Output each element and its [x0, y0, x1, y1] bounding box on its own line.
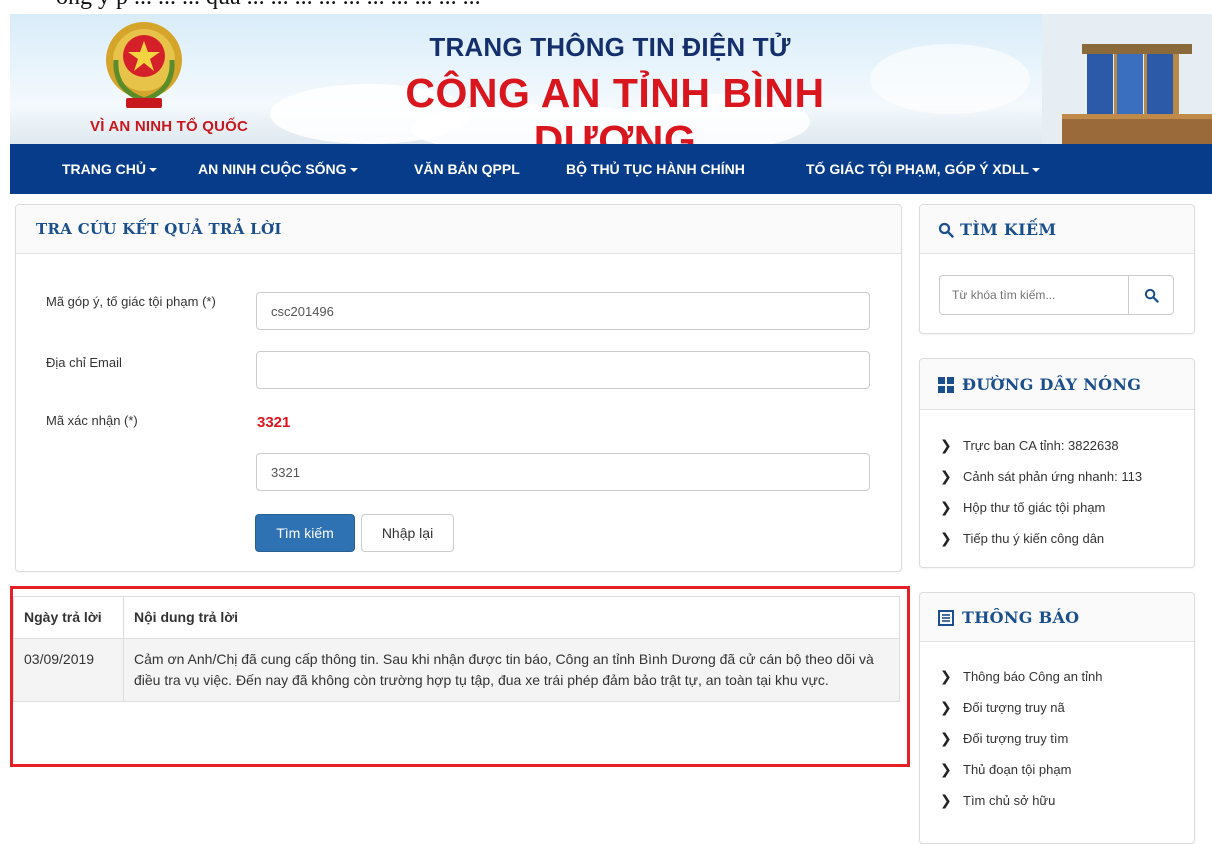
email-input[interactable] — [256, 351, 870, 389]
headquarters-building-image — [1042, 14, 1212, 144]
lookup-panel-title: TRA CỨU KẾT QUẢ TRẢ LỜI — [36, 220, 282, 238]
search-icon — [938, 222, 954, 238]
chevron-right-icon: ❯ — [940, 699, 952, 715]
sidebar-notice-title: THÔNG BÁO — [962, 608, 1080, 627]
document-text-fragment: ong ý p ... ... ... quả ... ... ... ... … — [0, 0, 1212, 14]
list-item-label: Thông báo Công an tỉnh — [963, 669, 1103, 684]
chevron-down-icon — [349, 168, 358, 173]
chevron-down-icon — [149, 168, 157, 173]
sidebar-hotline-header: ĐƯỜNG DÂY NÓNG — [920, 359, 1194, 410]
list-item[interactable]: ❯ Hộp thư tố giác tội phạm — [940, 496, 1142, 527]
code-label: Mã góp ý, tố giác tội phạm (*) — [46, 294, 216, 309]
column-header-date: Ngày trả lời — [13, 596, 124, 639]
list-item[interactable]: ❯ Cảnh sát phản ứng nhanh: 113 — [940, 465, 1142, 496]
site-title-line1: TRANG THÔNG TIN ĐIỆN TỬ — [429, 32, 791, 62]
list-item-label: Tìm chủ sở hữu — [963, 793, 1056, 808]
list-item[interactable]: ❯ Thông báo Công an tỉnh — [940, 665, 1103, 696]
captcha-code: 3321 — [257, 414, 291, 431]
lookup-panel-header: TRA CỨU KẾT QUẢ TRẢ LỜI — [16, 205, 901, 254]
reply-content: Cảm ơn Anh/Chị đã cung cấp thông tin. Sa… — [123, 638, 900, 702]
nav-item-life-security[interactable]: AN NINH CUỘC SỐNG — [198, 144, 358, 194]
chevron-right-icon: ❯ — [940, 730, 952, 746]
sidebar-search-input[interactable] — [939, 275, 1129, 315]
chevron-right-icon: ❯ — [940, 530, 952, 546]
list-item[interactable]: ❯ Đối tượng truy nã — [940, 696, 1103, 727]
chevron-right-icon: ❯ — [940, 499, 952, 515]
list-item-label: Trực ban CA tỉnh: 3822638 — [963, 438, 1119, 453]
chevron-right-icon: ❯ — [940, 668, 952, 684]
sidebar-hotline-title: ĐƯỜNG DÂY NÓNG — [962, 375, 1142, 394]
nav-item-label: BỘ THỦ TỤC HÀNH CHÍNH — [566, 161, 745, 177]
sidebar-notice-panel: THÔNG BÁO ❯ Thông báo Công an tỉnh ❯ Đối t… — [919, 592, 1195, 844]
notice-list: ❯ Thông báo Công an tỉnh ❯ Đối tượng truy … — [940, 665, 1103, 820]
reset-button[interactable]: Nhập lại — [361, 514, 454, 552]
hotline-list: ❯ Trực ban CA tỉnh: 3822638 ❯ Cảnh sát phả… — [940, 434, 1142, 558]
sidebar-search-button[interactable] — [1128, 275, 1174, 315]
sidebar-search-panel: TÌM KIẾM — [919, 204, 1195, 334]
police-emblem-icon — [106, 22, 182, 108]
document-list-icon — [938, 610, 954, 626]
list-item-label: Cảnh sát phản ứng nhanh: 113 — [963, 469, 1143, 484]
nav-item-label: VĂN BẢN QPPL — [414, 161, 520, 177]
list-item-label: Đối tượng truy tìm — [963, 731, 1069, 746]
lookup-panel: TRA CỨU KẾT QUẢ TRẢ LỜI Mã góp ý, tố giá… — [15, 204, 902, 572]
list-item-label: Tiếp thu ý kiến công dân — [963, 531, 1105, 546]
list-item[interactable]: ❯ Trực ban CA tỉnh: 3822638 — [940, 434, 1142, 465]
nav-item-crime-report[interactable]: TỐ GIÁC TỘI PHẠM, GÓP Ý XDLL — [806, 144, 1040, 194]
list-item[interactable]: ❯ Tiếp thu ý kiến công dân — [940, 527, 1142, 558]
site-title-line2: CÔNG AN TỈNH BÌNH DƯƠNG — [405, 70, 825, 144]
sidebar-search-header: TÌM KIẾM — [920, 205, 1194, 254]
table-row: 03/09/2019 Cảm ơn Anh/Chị đã cung cấp th… — [13, 638, 900, 702]
chevron-down-icon — [1031, 168, 1040, 173]
list-item-label: Thủ đoạn tội phạm — [963, 762, 1072, 777]
chevron-right-icon: ❯ — [940, 437, 952, 453]
chevron-right-icon: ❯ — [940, 468, 952, 484]
list-item-label: Hộp thư tố giác tội phạm — [963, 500, 1106, 515]
search-button[interactable]: Tìm kiếm — [255, 514, 355, 552]
reply-date: 03/09/2019 — [13, 638, 124, 702]
list-item-label: Đối tượng truy nã — [963, 700, 1065, 715]
column-header-content: Nội dung trả lời — [123, 596, 900, 639]
nav-item-label: TỐ GIÁC TỘI PHẠM, GÓP Ý XDLL — [806, 161, 1029, 177]
sidebar-search-title: TÌM KIẾM — [960, 220, 1057, 239]
chevron-right-icon: ❯ — [940, 792, 952, 808]
nav-item-home[interactable]: TRANG CHỦ — [62, 144, 157, 194]
captcha-input[interactable]: 3321 — [256, 453, 870, 491]
table-header-row: Ngày trả lời Nội dung trả lời — [13, 596, 900, 639]
list-item[interactable]: ❯ Thủ đoạn tội phạm — [940, 758, 1103, 789]
sidebar-hotline-panel: ĐƯỜNG DÂY NÓNG ❯ Trực ban CA tỉnh: 382263… — [919, 358, 1195, 568]
code-input[interactable]: csc201496 — [256, 292, 870, 330]
site-banner: VÌ AN NINH TỔ QUỐC TRANG THÔNG TIN ĐIỆN … — [10, 14, 1212, 144]
list-item[interactable]: ❯ Đối tượng truy tìm — [940, 727, 1103, 758]
site-motto: VÌ AN NINH TỔ QUỐC — [90, 118, 249, 135]
captcha-label: Mã xác nhận (*) — [46, 413, 138, 428]
grid-icon — [938, 377, 954, 393]
nav-item-admin-procedures[interactable]: BỘ THỦ TỤC HÀNH CHÍNH — [566, 144, 745, 194]
main-navigation: TRANG CHỦ AN NINH CUỘC SỐNG VĂN BẢN QPPL… — [10, 144, 1212, 194]
nav-item-legal-documents[interactable]: VĂN BẢN QPPL — [414, 144, 520, 194]
email-label: Địa chỉ Email — [46, 355, 122, 370]
chevron-right-icon: ❯ — [940, 761, 952, 777]
search-icon — [1144, 288, 1159, 303]
sidebar-notice-header: THÔNG BÁO — [920, 593, 1194, 642]
nav-item-label: TRANG CHỦ — [62, 161, 146, 177]
list-item[interactable]: ❯ Tìm chủ sở hữu — [940, 789, 1103, 820]
results-table: Ngày trả lời Nội dung trả lời 03/09/2019… — [13, 596, 900, 702]
nav-item-label: AN NINH CUỘC SỐNG — [198, 161, 347, 177]
